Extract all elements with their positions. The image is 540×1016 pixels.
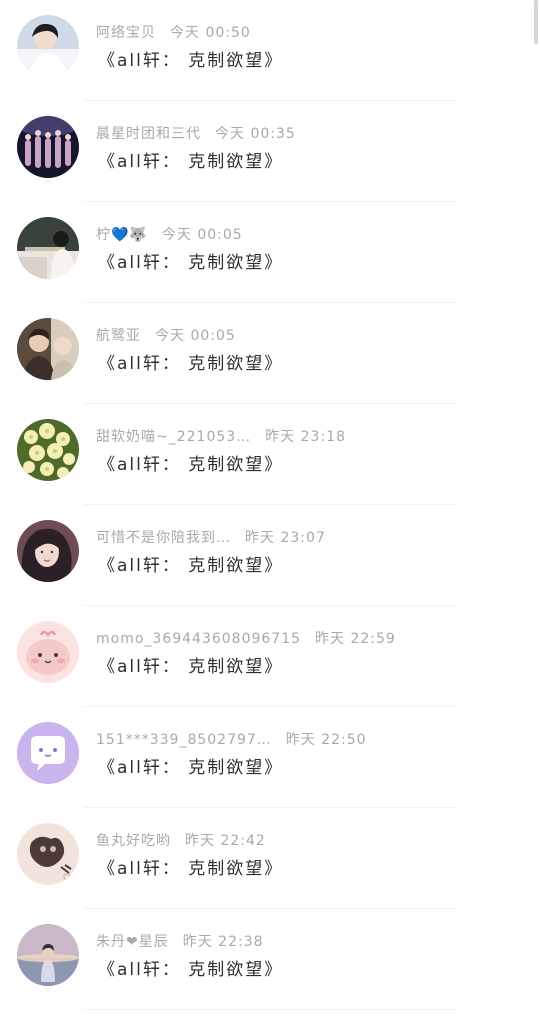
message-meta: 可惜不是你陪我到… 昨天 23:07 bbox=[96, 527, 326, 547]
sender-name[interactable]: 甜软奶喵~_221053… bbox=[96, 429, 251, 445]
chat-bubble-avatar[interactable] bbox=[17, 722, 79, 784]
message-time: 昨天 22:59 bbox=[315, 631, 396, 647]
message-row[interactable]: 可惜不是你陪我到… 昨天 23:07 《all轩： 克制欲望》 bbox=[0, 505, 540, 606]
row-divider bbox=[84, 1009, 456, 1010]
sketch-doodle-avatar[interactable] bbox=[17, 823, 79, 885]
message-time: 今天 00:35 bbox=[215, 126, 296, 142]
sender-name[interactable]: 阿络宝贝 bbox=[96, 25, 156, 41]
message-text[interactable]: 《all轩： 克制欲望》 bbox=[98, 652, 283, 677]
classroom-avatar[interactable] bbox=[17, 217, 79, 279]
message-meta: 151***339_8502797… 昨天 22:50 bbox=[96, 729, 367, 749]
message-meta: 朱丹❤星辰 昨天 22:38 bbox=[96, 931, 264, 951]
sender-name[interactable]: 柠💙🐺 bbox=[96, 227, 148, 243]
sender-name[interactable]: 可惜不是你陪我到… bbox=[96, 530, 231, 546]
sender-name[interactable]: 151***339_8502797… bbox=[96, 732, 272, 748]
message-text[interactable]: 《all轩： 克制欲望》 bbox=[98, 349, 283, 374]
sunset-girl-avatar[interactable] bbox=[17, 924, 79, 986]
message-meta: 航鹭亚 今天 00:05 bbox=[96, 325, 236, 345]
boy-portrait-avatar[interactable] bbox=[17, 15, 79, 77]
message-row[interactable]: 晨星时团和三代 今天 00:35 《all轩： 克制欲望》 bbox=[0, 101, 540, 202]
message-text[interactable]: 《all轩： 克制欲望》 bbox=[98, 753, 283, 778]
message-meta: momo_369443608096715 昨天 22:59 bbox=[96, 628, 396, 648]
flowers-avatar[interactable] bbox=[17, 419, 79, 481]
message-text[interactable]: 《all轩： 克制欲望》 bbox=[98, 248, 283, 273]
sender-name[interactable]: 航鹭亚 bbox=[96, 328, 141, 344]
message-meta: 阿络宝贝 今天 00:50 bbox=[96, 22, 251, 42]
message-row[interactable]: momo_369443608096715 昨天 22:59 《all轩： 克制欲望》 bbox=[0, 606, 540, 707]
message-text[interactable]: 《all轩： 克制欲望》 bbox=[98, 147, 283, 172]
message-text[interactable]: 《all轩： 克制欲望》 bbox=[98, 46, 283, 71]
message-meta: 甜软奶喵~_221053… 昨天 23:18 bbox=[96, 426, 346, 446]
message-row[interactable]: 阿络宝贝 今天 00:50 《all轩： 克制欲望》 bbox=[0, 0, 540, 101]
message-row[interactable]: 甜软奶喵~_221053… 昨天 23:18 《all轩： 克制欲望》 bbox=[0, 404, 540, 505]
message-row[interactable]: 151***339_8502797… 昨天 22:50 《all轩： 克制欲望》 bbox=[0, 707, 540, 808]
girl-portrait-avatar[interactable] bbox=[17, 520, 79, 582]
message-time: 昨天 23:18 bbox=[265, 429, 346, 445]
message-text[interactable]: 《all轩： 克制欲望》 bbox=[98, 551, 283, 576]
message-row[interactable]: 柠💙🐺 今天 00:05 《all轩： 克制欲望》 bbox=[0, 202, 540, 303]
message-time: 今天 00:50 bbox=[170, 25, 251, 41]
sender-name[interactable]: 鱼丸好吃哟 bbox=[96, 833, 171, 849]
message-time: 今天 00:05 bbox=[161, 227, 243, 243]
sender-name[interactable]: momo_369443608096715 bbox=[96, 631, 301, 647]
message-time: 今天 00:05 bbox=[155, 328, 236, 344]
message-time: 昨天 22:50 bbox=[285, 732, 367, 748]
sender-name[interactable]: 朱丹❤星辰 bbox=[96, 934, 169, 950]
message-text[interactable]: 《all轩： 克制欲望》 bbox=[98, 955, 283, 980]
message-row[interactable]: 朱丹❤星辰 昨天 22:38 《all轩： 克制欲望》 bbox=[0, 909, 540, 1010]
message-time: 昨天 22:42 bbox=[185, 833, 266, 849]
sender-name[interactable]: 晨星时团和三代 bbox=[96, 126, 201, 142]
message-time: 昨天 22:38 bbox=[182, 934, 264, 950]
message-text[interactable]: 《all轩： 克制欲望》 bbox=[98, 450, 283, 475]
message-row[interactable]: 鱼丸好吃哟 昨天 22:42 《all轩： 克制欲望》 bbox=[0, 808, 540, 909]
message-list: 阿络宝贝 今天 00:50 《all轩： 克制欲望》 晨星时团和三代 今天 00:35 《… bbox=[0, 0, 540, 1010]
stage-group-avatar[interactable] bbox=[17, 116, 79, 178]
message-row[interactable]: 航鹭亚 今天 00:05 《all轩： 克制欲望》 bbox=[0, 303, 540, 404]
message-meta: 柠💙🐺 今天 00:05 bbox=[96, 224, 243, 244]
message-meta: 鱼丸好吃哟 昨天 22:42 bbox=[96, 830, 266, 850]
pink-cartoon-avatar[interactable] bbox=[17, 621, 79, 683]
two-people-avatar[interactable] bbox=[17, 318, 79, 380]
message-text[interactable]: 《all轩： 克制欲望》 bbox=[98, 854, 283, 879]
message-meta: 晨星时团和三代 今天 00:35 bbox=[96, 123, 296, 143]
message-time: 昨天 23:07 bbox=[245, 530, 326, 546]
